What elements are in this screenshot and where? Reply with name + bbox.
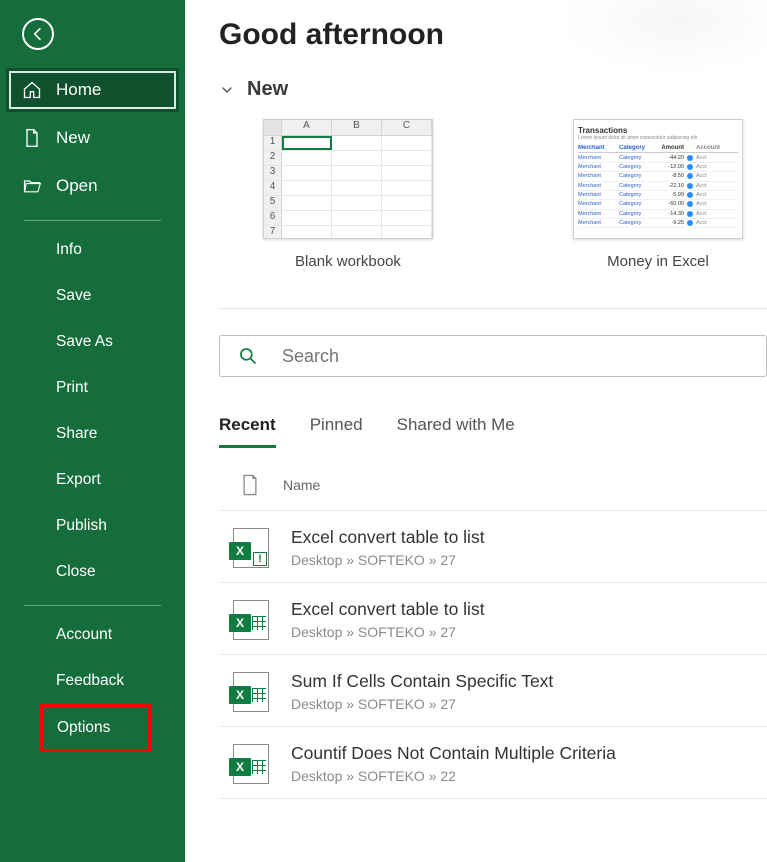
sidebar-item-label: Account [56,626,112,644]
column-header-name: Name [283,477,320,493]
new-section-header[interactable]: New [219,78,767,101]
sidebar-item-share[interactable]: Share [0,411,185,457]
home-icon [22,80,42,100]
sidebar-item-label: New [56,128,90,148]
file-name: Countif Does Not Contain Multiple Criter… [291,743,616,764]
back-button[interactable] [22,18,54,50]
sidebar-item-label: Export [56,471,101,489]
chevron-down-icon [219,82,235,98]
sidebar-item-label: Publish [56,517,107,535]
sidebar-item-label: Home [56,80,101,100]
divider [219,308,767,309]
file-row[interactable]: X Sum If Cells Contain Specific Text Des… [219,655,767,727]
search-box[interactable] [219,335,767,377]
arrow-left-icon [30,26,46,42]
sidebar-item-publish[interactable]: Publish [0,503,185,549]
sidebar-item-info[interactable]: Info [0,227,185,273]
file-path: Desktop » SOFTEKO » 22 [291,768,616,784]
sidebar-item-label: Save As [56,333,113,351]
sidebar-item-print[interactable]: Print [0,365,185,411]
tab-pinned[interactable]: Pinned [310,415,363,448]
file-list-header: Name [219,460,767,511]
sidebar-item-label: Feedback [56,672,124,690]
sidebar-item-label: Info [56,241,82,259]
sidebar-divider [24,605,161,606]
file-tabs: Recent Pinned Shared with Me [219,415,767,448]
backstage-sidebar: Home New Open Info Save Save As Print Sh… [0,0,185,862]
file-row[interactable]: X Excel convert table to list Desktop » … [219,583,767,655]
file-path: Desktop » SOFTEKO » 27 [291,624,485,640]
sidebar-divider [24,220,161,221]
sidebar-item-save[interactable]: Save [0,273,185,319]
file-name: Excel convert table to list [291,599,485,620]
file-name: Excel convert table to list [291,527,485,548]
sidebar-item-options[interactable]: Options [40,704,151,752]
excel-file-icon: X [233,672,269,712]
main-panel: Good afternoon New ABC 1 2 3 4 5 6 7 Bla… [185,0,767,862]
file-path: Desktop » SOFTEKO » 27 [291,696,553,712]
template-label: Blank workbook [295,253,401,270]
sidebar-secondary-group-2: Account Feedback Options [0,612,185,758]
sidebar-item-label: Print [56,379,88,397]
sidebar-secondary-group-1: Info Save Save As Print Share Export Pub… [0,227,185,595]
template-thumbnail: ABC 1 2 3 4 5 6 7 [263,119,433,239]
template-gallery: ABC 1 2 3 4 5 6 7 Blank workbook Transac… [219,119,767,270]
folder-open-icon [22,176,42,196]
template-label: Money in Excel [607,253,709,270]
file-row[interactable]: X! Excel convert table to list Desktop »… [219,511,767,583]
section-title: New [247,78,288,101]
template-blank-workbook[interactable]: ABC 1 2 3 4 5 6 7 Blank workbook [263,119,433,270]
sidebar-item-open[interactable]: Open [0,162,185,210]
sidebar-item-account[interactable]: Account [0,612,185,658]
sidebar-item-label: Options [57,719,110,737]
document-icon [22,128,42,148]
sidebar-item-saveas[interactable]: Save As [0,319,185,365]
file-name: Sum If Cells Contain Specific Text [291,671,553,692]
decorative-swoosh [547,0,767,80]
excel-file-icon: X [233,744,269,784]
file-path: Desktop » SOFTEKO » 27 [291,552,485,568]
search-icon [238,346,258,366]
template-money-in-excel[interactable]: Transactions Lorem ipsum dolor sit amet … [573,119,743,270]
sidebar-item-new[interactable]: New [0,114,185,162]
sidebar-item-label: Save [56,287,91,305]
tab-recent[interactable]: Recent [219,415,276,448]
excel-file-icon: X [233,600,269,640]
excel-file-icon: X! [233,528,269,568]
document-icon [241,474,259,496]
tab-shared[interactable]: Shared with Me [397,415,515,448]
file-row[interactable]: X Countif Does Not Contain Multiple Crit… [219,727,767,799]
sidebar-item-close[interactable]: Close [0,549,185,595]
sidebar-item-feedback[interactable]: Feedback [0,658,185,704]
sidebar-item-export[interactable]: Export [0,457,185,503]
search-input[interactable] [282,346,748,367]
sidebar-item-label: Close [56,563,96,581]
template-thumbnail: Transactions Lorem ipsum dolor sit amet … [573,119,743,239]
sidebar-item-label: Share [56,425,97,443]
sidebar-item-home[interactable]: Home [6,68,179,112]
sidebar-item-label: Open [56,176,98,196]
